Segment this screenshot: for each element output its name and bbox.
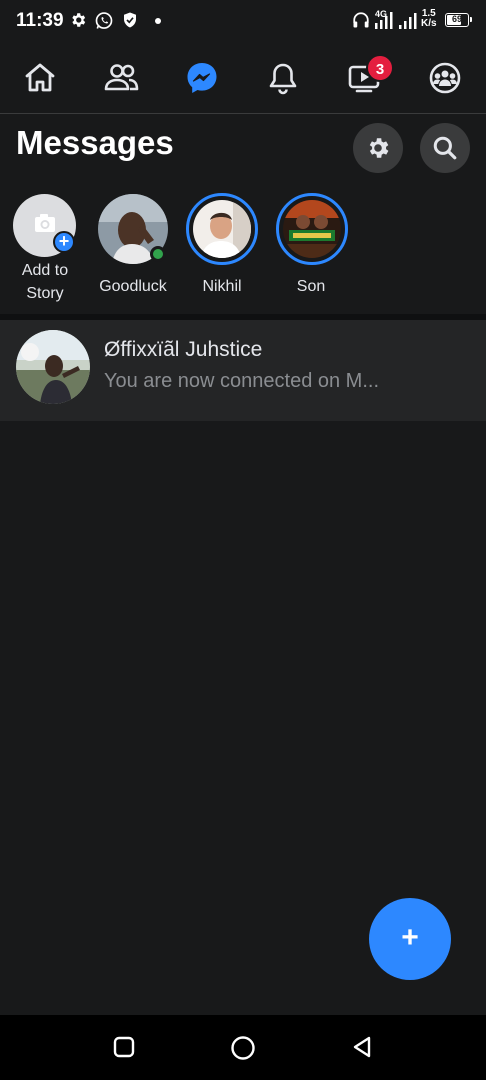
avatar-photo <box>193 200 251 258</box>
network-speed: 1.5 K/s <box>421 9 437 29</box>
watch-badge: 3 <box>366 54 394 82</box>
avatar-photo <box>283 200 341 258</box>
messenger-icon <box>187 63 217 93</box>
conversation-item[interactable]: Øffixxïãl Juhstice You are now connected… <box>0 320 486 421</box>
search-icon <box>433 136 457 160</box>
battery-icon: 69 <box>445 13 472 27</box>
conversation-preview: You are now connected on M... <box>104 370 379 392</box>
headphones-icon <box>353 12 369 28</box>
system-navigation-bar <box>0 1015 486 1080</box>
story-label-nikhil: Nikhil <box>177 275 267 298</box>
nav-messenger[interactable] <box>180 56 224 100</box>
status-bar: 11:39 4G 1.5 K/s 69 <box>0 0 486 44</box>
home-button-icon[interactable] <box>230 1035 256 1061</box>
gear-icon <box>369 138 389 158</box>
signal-icon <box>375 12 393 29</box>
conversation-avatar <box>16 330 90 404</box>
notification-dot <box>155 18 161 24</box>
nav-groups[interactable] <box>423 56 467 100</box>
speed-unit: K/s <box>421 18 437 29</box>
nav-notifications[interactable] <box>261 56 305 100</box>
conversation-name: Øffixxïãl Juhstice <box>104 338 263 361</box>
nav-home[interactable] <box>18 56 62 100</box>
story-label-goodluck: Goodluck <box>88 275 178 298</box>
friends-icon <box>104 64 139 91</box>
son-avatar <box>283 200 341 258</box>
home-icon <box>25 63 55 92</box>
add-plus-icon: + <box>53 231 75 253</box>
shield-icon <box>124 12 136 28</box>
whatsapp-icon <box>95 12 113 29</box>
battery-text: 69 <box>451 14 462 24</box>
top-navigation <box>0 44 486 114</box>
story-label: Son <box>296 278 326 295</box>
new-message-button[interactable]: + <box>369 898 451 980</box>
story-label-add: Add to Story <box>0 259 90 305</box>
recent-apps-icon[interactable] <box>112 1035 136 1059</box>
nikhil-avatar <box>193 200 251 258</box>
groups-icon <box>429 62 461 94</box>
back-icon[interactable] <box>350 1035 374 1059</box>
page-title: Messages <box>16 124 174 161</box>
online-indicator <box>150 246 166 262</box>
bell-icon <box>269 63 297 95</box>
signal-2-icon <box>399 13 417 29</box>
nav-friends[interactable] <box>99 56 143 100</box>
avatar-photo <box>16 330 90 404</box>
search-button[interactable] <box>420 123 470 173</box>
story-label: Add to Story <box>21 262 69 302</box>
story-label-son: Son <box>266 275 356 298</box>
story-label: Goodluck <box>99 278 167 295</box>
settings-gear-icon <box>72 13 86 27</box>
story-label: Nikhil <box>202 278 242 295</box>
status-time: 11:39 <box>16 10 64 31</box>
settings-button[interactable] <box>353 123 403 173</box>
stories-row: + Add to Story Goodluck Nikhil Son <box>0 190 486 315</box>
